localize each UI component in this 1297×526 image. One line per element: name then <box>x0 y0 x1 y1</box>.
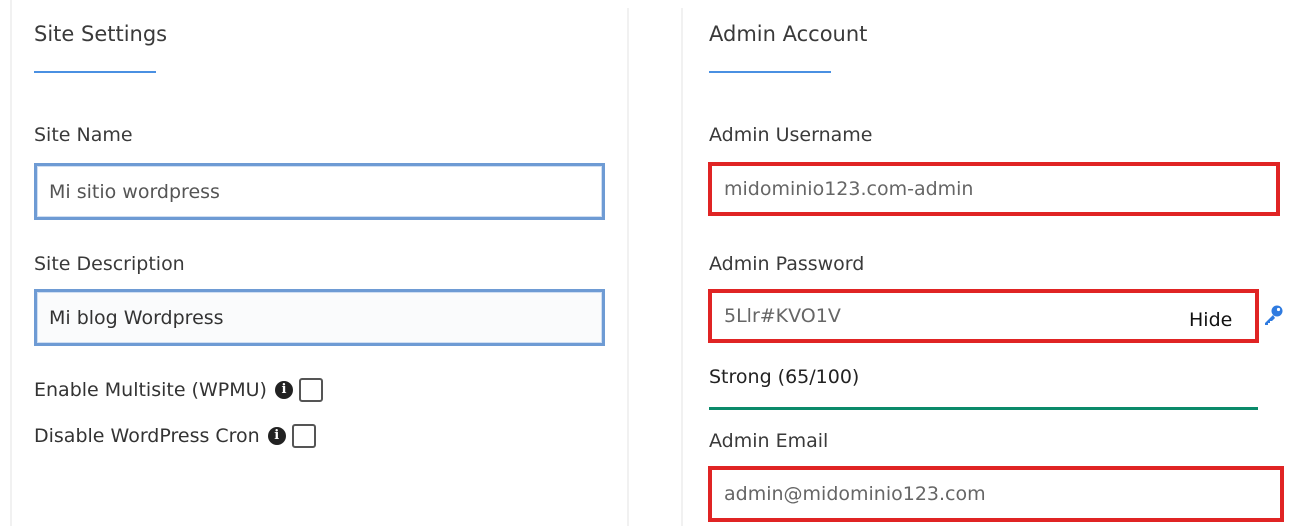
info-icon[interactable]: i <box>267 427 286 445</box>
center-column-divider <box>627 8 629 526</box>
enable-multisite-checkbox[interactable] <box>298 378 323 402</box>
site-settings-title: Site Settings <box>34 22 168 46</box>
admin-email-input[interactable] <box>708 466 1284 522</box>
admin-username-input[interactable] <box>708 162 1280 216</box>
disable-cron-checkbox[interactable] <box>291 424 316 448</box>
enable-multisite-label: Enable Multisite (WPMU) <box>34 379 267 401</box>
admin-password-input[interactable] <box>708 289 1259 343</box>
site-description-input[interactable] <box>34 289 605 346</box>
password-strength-bar <box>709 407 1258 410</box>
info-icon[interactable]: i <box>274 381 293 399</box>
hide-password-button[interactable]: Hide <box>1189 309 1232 331</box>
admin-account-title: Admin Account <box>709 22 868 46</box>
password-strength-text: Strong (65/100) <box>709 366 860 388</box>
disable-cron-row: Disable WordPress Cron i <box>34 424 316 448</box>
right-column-divider <box>681 8 683 526</box>
admin-account-title-underline <box>709 71 831 73</box>
key-icon[interactable] <box>1262 304 1284 330</box>
left-column-divider <box>10 0 12 526</box>
admin-email-label: Admin Email <box>709 430 829 452</box>
site-settings-title-underline <box>34 71 156 73</box>
site-description-label: Site Description <box>34 253 185 275</box>
enable-multisite-row: Enable Multisite (WPMU) i <box>34 378 323 402</box>
admin-password-label: Admin Password <box>709 253 865 275</box>
admin-username-label: Admin Username <box>709 124 873 146</box>
site-name-input[interactable] <box>34 163 605 220</box>
disable-cron-label: Disable WordPress Cron <box>34 425 260 447</box>
site-name-label: Site Name <box>34 124 133 146</box>
